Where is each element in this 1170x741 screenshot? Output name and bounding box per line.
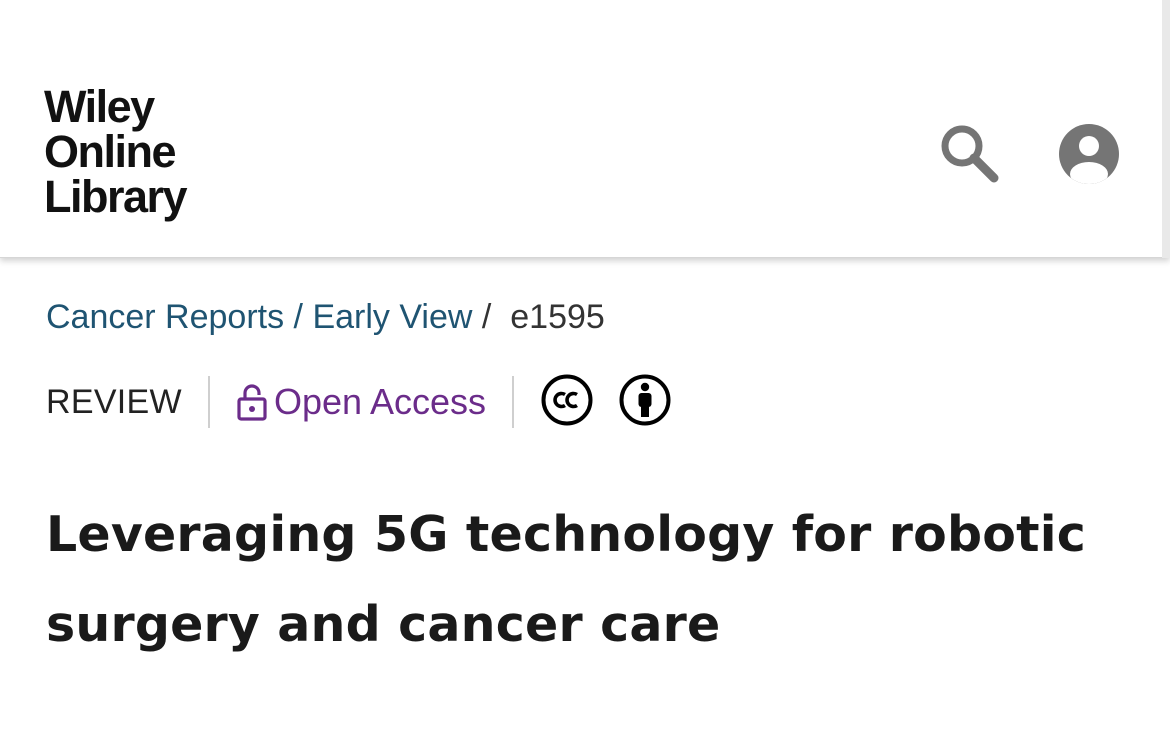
meta-divider (512, 376, 515, 428)
search-icon (941, 125, 999, 183)
meta-divider (207, 376, 210, 428)
open-access-badge[interactable]: Open Access (236, 381, 486, 423)
account-button[interactable] (1057, 122, 1121, 186)
open-access-label: Open Access (273, 381, 487, 422)
scroll-edge (1162, 0, 1170, 258)
article-meta-row: REVIEW Open Access (46, 372, 696, 432)
attribution-icon[interactable] (618, 373, 672, 432)
unlock-icon (237, 384, 267, 421)
breadcrumb-article-id: e1595 (510, 298, 605, 336)
logo-line-2: Online (44, 126, 177, 177)
article-type-label: REVIEW (46, 382, 182, 421)
search-button[interactable] (936, 120, 1002, 186)
logo-line-1: Wiley (44, 81, 155, 132)
breadcrumb-separator: / (472, 298, 511, 336)
site-header: Wiley Online Library (0, 0, 1170, 258)
logo-line-3: Library (44, 171, 188, 222)
breadcrumb: Cancer Reports / Early View / e1595 (46, 296, 605, 338)
account-circle-icon (1059, 124, 1119, 184)
breadcrumb-issue-link[interactable]: Early View (312, 298, 472, 336)
creative-commons-icon[interactable] (540, 373, 594, 432)
breadcrumb-separator: / (284, 298, 313, 336)
wiley-online-library-logo[interactable]: Wiley Online Library (44, 81, 188, 222)
article-title: Leveraging 5G technology for robotic sur… (46, 506, 1087, 653)
breadcrumb-journal-link[interactable]: Cancer Reports (46, 298, 284, 336)
